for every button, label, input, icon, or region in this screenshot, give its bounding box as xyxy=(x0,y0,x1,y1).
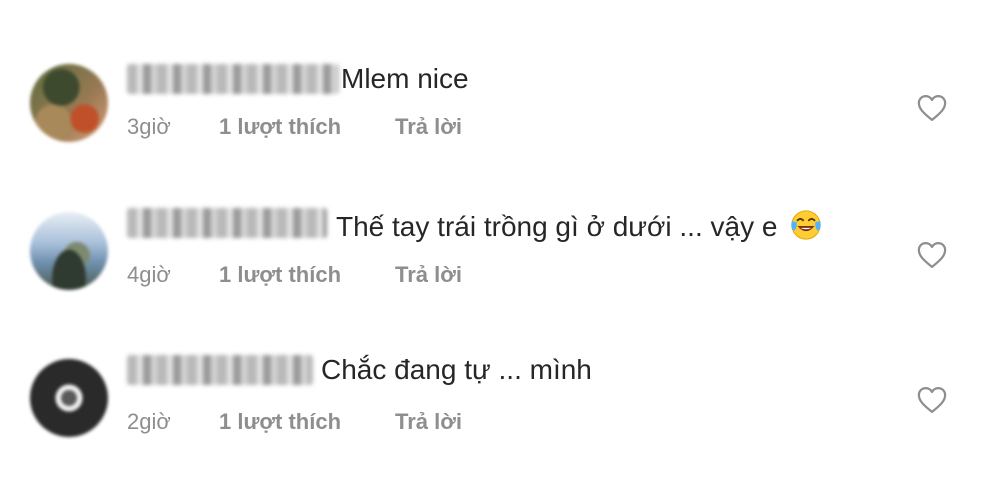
face-with-tears-of-joy-emoji-icon xyxy=(791,210,821,240)
avatar[interactable] xyxy=(30,64,108,142)
heart-icon[interactable] xyxy=(917,241,947,269)
comment-text: Thế tay trái trồng gì ở dưới ... vậy e xyxy=(336,211,778,242)
like-count-link[interactable]: 1 lượt thích xyxy=(219,114,341,140)
reply-button[interactable]: Trả lời xyxy=(395,262,462,288)
comment-time: 3giờ xyxy=(127,114,171,139)
comment-item: Chắc đang tự ... mình 2giờ 1 lượt thích … xyxy=(0,351,1000,481)
reply-button[interactable]: Trả lời xyxy=(395,114,462,140)
comment-item: Mlem nice 3giờ 1 lượt thích Trả lời xyxy=(0,56,1000,186)
comment-item: Thế tay trái trồng gì ở dưới ... vậy e 4… xyxy=(0,204,1000,334)
like-count-link[interactable]: 1 lượt thích xyxy=(219,409,341,435)
avatar[interactable] xyxy=(30,212,108,290)
username-blurred[interactable] xyxy=(127,64,339,94)
username-blurred[interactable] xyxy=(127,208,327,238)
heart-icon[interactable] xyxy=(917,386,947,414)
like-count-link[interactable]: 1 lượt thích xyxy=(219,262,341,288)
reply-button[interactable]: Trả lời xyxy=(395,409,462,435)
avatar[interactable] xyxy=(30,359,108,437)
heart-icon[interactable] xyxy=(917,94,947,122)
comment-time: 2giờ xyxy=(127,409,171,434)
comment-text: Chắc đang tự ... mình xyxy=(321,354,592,385)
comment-time: 4giờ xyxy=(127,262,171,287)
comment-text: Mlem nice xyxy=(341,63,469,94)
comment-text-row: Thế tay trái trồng gì ở dưới ... vậy e xyxy=(336,208,823,244)
username-blurred[interactable] xyxy=(127,355,313,385)
